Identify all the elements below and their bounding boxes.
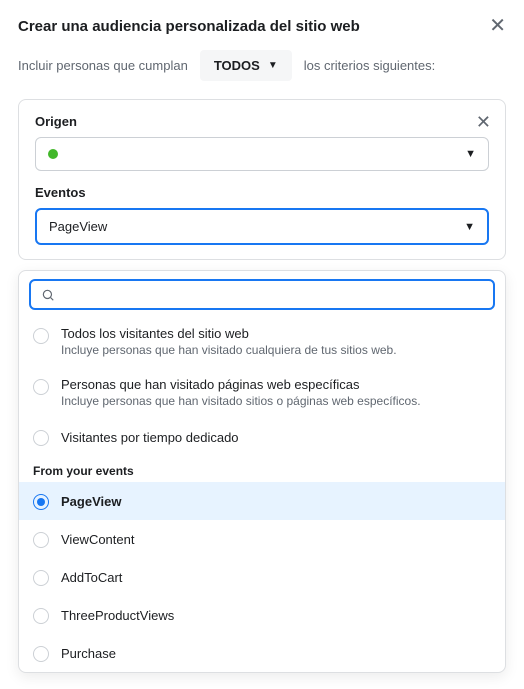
status-dot-icon: [48, 149, 58, 159]
option-text: AddToCart: [61, 570, 122, 585]
filter-prefix: Incluir personas que cumplan: [18, 58, 188, 73]
option-event-addtocart[interactable]: AddToCart: [19, 558, 505, 596]
events-section-heading: From your events: [19, 456, 505, 482]
option-event-viewcontent[interactable]: ViewContent: [19, 520, 505, 558]
radio-icon: [33, 608, 49, 624]
radio-icon: [33, 570, 49, 586]
filter-row: Incluir personas que cumplan TODOS ▼ los…: [18, 50, 506, 81]
search-icon: [41, 288, 55, 302]
search-input[interactable]: [63, 287, 483, 302]
search-wrap: [19, 271, 505, 316]
option-title: Purchase: [61, 646, 116, 661]
radio-icon: [33, 379, 49, 395]
filter-suffix: los criterios siguientes:: [304, 58, 436, 73]
source-select[interactable]: ▼: [35, 137, 489, 171]
option-event-threeproductviews[interactable]: ThreeProductViews: [19, 596, 505, 634]
radio-icon: [33, 328, 49, 344]
option-all-visitors[interactable]: Todos los visitantes del sitio web Inclu…: [19, 316, 505, 367]
events-selected-value: PageView: [49, 219, 107, 234]
option-text: Personas que han visitado páginas web es…: [61, 377, 421, 408]
option-text: Purchase: [61, 646, 116, 661]
criteria-dropdown[interactable]: TODOS ▼: [200, 50, 292, 81]
option-subtitle: Incluye personas que han visitado cualqu…: [61, 343, 397, 357]
option-title: AddToCart: [61, 570, 122, 585]
option-text: PageView: [61, 494, 121, 509]
option-text: Visitantes por tiempo dedicado: [61, 430, 239, 445]
events-dropdown: Todos los visitantes del sitio web Inclu…: [18, 270, 506, 673]
search-box[interactable]: [29, 279, 495, 310]
events-label: Eventos: [35, 185, 489, 200]
option-text: Todos los visitantes del sitio web Inclu…: [61, 326, 397, 357]
option-subtitle: Incluye personas que han visitado sitios…: [61, 394, 421, 408]
option-title: Personas que han visitado páginas web es…: [61, 377, 421, 392]
caret-down-icon: ▼: [465, 148, 476, 160]
caret-down-icon: ▼: [268, 60, 278, 71]
close-icon[interactable]: ✕: [489, 16, 506, 36]
radio-icon: [33, 532, 49, 548]
option-text: ViewContent: [61, 532, 134, 547]
modal: Crear una audiencia personalizada del si…: [0, 0, 524, 689]
criteria-label: TODOS: [214, 58, 260, 73]
card-close-icon[interactable]: ✕: [476, 112, 491, 133]
option-title: ThreeProductViews: [61, 608, 174, 623]
option-title: Todos los visitantes del sitio web: [61, 326, 397, 341]
option-event-pageview[interactable]: PageView: [19, 482, 505, 520]
option-specific-pages[interactable]: Personas que han visitado páginas web es…: [19, 367, 505, 418]
origin-label: Origen: [35, 114, 489, 129]
option-event-purchase[interactable]: Purchase: [19, 634, 505, 672]
radio-icon: [33, 430, 49, 446]
option-text: ThreeProductViews: [61, 608, 174, 623]
radio-icon: [33, 646, 49, 662]
option-time-spent[interactable]: Visitantes por tiempo dedicado: [19, 418, 505, 456]
option-title: Visitantes por tiempo dedicado: [61, 430, 239, 445]
option-title: ViewContent: [61, 532, 134, 547]
radio-icon: [33, 494, 49, 510]
modal-title: Crear una audiencia personalizada del si…: [18, 18, 360, 35]
events-select[interactable]: PageView ▼: [35, 208, 489, 245]
option-title: PageView: [61, 494, 121, 509]
title-row: Crear una audiencia personalizada del si…: [18, 16, 506, 36]
caret-down-icon: ▼: [464, 221, 475, 233]
criteria-card: ✕ Origen ▼ Eventos PageView ▼: [18, 99, 506, 260]
